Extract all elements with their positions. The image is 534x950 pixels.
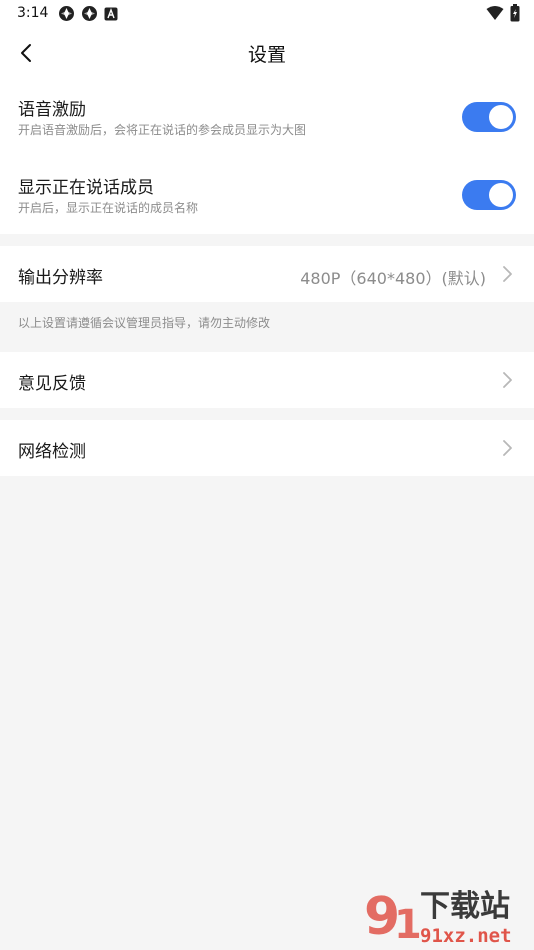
text-a-icon <box>104 7 118 25</box>
show-speaker-toggle[interactable] <box>462 180 516 210</box>
resolution-value: 480P（640*480）(默认) <box>300 269 486 288</box>
toggle-section: 语音激励 开启语音激励后，会将正在说话的参会成员显示为大图 显示正在说话成员 开… <box>0 78 534 234</box>
wifi-icon <box>486 5 504 25</box>
voice-activation-title: 语音激励 <box>18 100 86 120</box>
watermark-logo: 9 1 下载站 91xz.net <box>364 887 512 948</box>
chevron-right-icon <box>503 372 512 388</box>
header: 设置 <box>0 28 534 78</box>
section-divider <box>0 234 534 246</box>
network-check-row[interactable]: 网络检测 <box>0 420 534 476</box>
show-speaker-title: 显示正在说话成员 <box>18 178 154 198</box>
sync-icon <box>81 5 98 26</box>
settings-screen: 3:14 设置 语音激励 开启语音激励后，会将正在说话的参会成员显示为大图 显示… <box>0 0 534 950</box>
status-bar: 3:14 <box>0 0 534 28</box>
svg-text:1: 1 <box>394 902 422 948</box>
admin-note: 以上设置请遵循会议管理员指导，请勿主动修改 <box>0 302 534 352</box>
status-time: 3:14 <box>17 5 49 21</box>
page-title: 设置 <box>247 44 286 66</box>
toggle-knob <box>489 105 513 129</box>
feedback-row[interactable]: 意见反馈 <box>0 352 534 408</box>
svg-text:下载站: 下载站 <box>420 889 510 924</box>
show-speaker-row: 显示正在说话成员 开启后，显示正在说话的成员名称 <box>0 156 534 234</box>
chevron-right-icon <box>503 440 512 456</box>
status-icons-right <box>486 4 520 26</box>
status-icons-left <box>58 5 118 26</box>
feedback-label: 意见反馈 <box>18 374 86 394</box>
admin-note-text: 以上设置请遵循会议管理员指导，请勿主动修改 <box>18 316 271 330</box>
toggle-knob <box>489 183 513 207</box>
resolution-row[interactable]: 输出分辨率 480P（640*480）(默认) <box>0 246 534 302</box>
network-check-label: 网络检测 <box>18 442 86 462</box>
show-speaker-description: 开启后，显示正在说话的成员名称 <box>18 201 199 215</box>
chevron-right-icon <box>503 266 512 282</box>
battery-icon <box>510 4 520 26</box>
section-divider <box>0 408 534 420</box>
voice-activation-toggle[interactable] <box>462 102 516 132</box>
voice-activation-description: 开启语音激励后，会将正在说话的参会成员显示为大图 <box>18 123 307 137</box>
svg-text:91xz.net: 91xz.net <box>420 925 512 947</box>
sync-icon <box>58 5 75 26</box>
voice-activation-row: 语音激励 开启语音激励后，会将正在说话的参会成员显示为大图 <box>0 78 534 156</box>
resolution-label: 输出分辨率 <box>18 268 103 288</box>
